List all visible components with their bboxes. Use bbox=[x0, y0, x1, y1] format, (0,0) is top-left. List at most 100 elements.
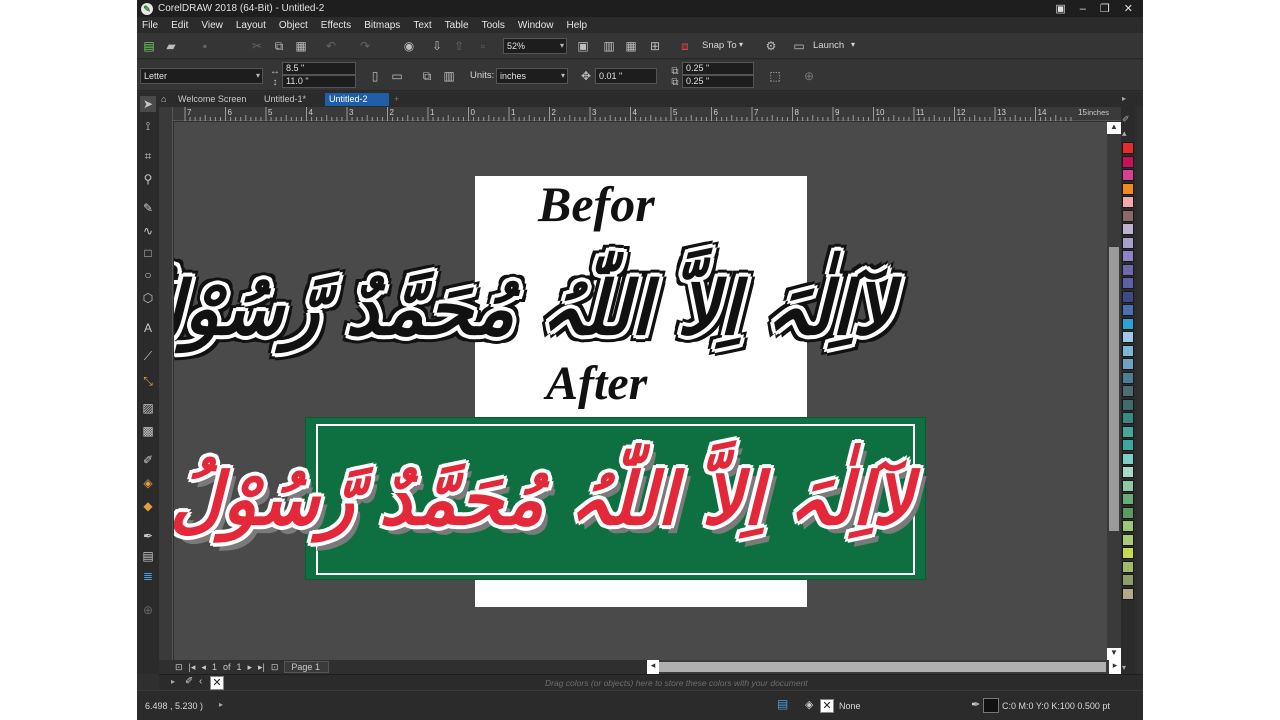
palette-arrow-up-icon[interactable]: ▸ bbox=[1122, 94, 1126, 103]
palette-swatch[interactable] bbox=[1122, 155, 1134, 168]
bleed-icon[interactable]: ⬚ bbox=[767, 68, 783, 84]
home-icon[interactable]: ⌂ bbox=[159, 93, 173, 106]
close-icon[interactable]: ✕ bbox=[1124, 2, 1133, 15]
last-page-icon[interactable]: ▸| bbox=[258, 662, 265, 673]
cut-icon[interactable]: ✂ bbox=[249, 38, 265, 54]
outline-pen-icon[interactable]: ✒ bbox=[140, 528, 156, 544]
chevron-down-icon[interactable]: ▾ bbox=[851, 40, 855, 49]
menu-view[interactable]: View bbox=[201, 20, 223, 31]
eyedropper-small-icon[interactable]: ✐ bbox=[1122, 114, 1130, 125]
full-screen-icon[interactable]: ▣ bbox=[575, 38, 591, 54]
snap-to-icon[interactable]: ⧈ bbox=[677, 38, 693, 54]
page-width-field[interactable]: 8.5 " bbox=[282, 62, 356, 75]
portrait-icon[interactable]: ▯ bbox=[367, 68, 383, 84]
palette-swatch[interactable] bbox=[1122, 560, 1134, 573]
docpal-back-icon[interactable]: ‹ bbox=[199, 676, 202, 687]
restore-icon[interactable]: ❐ bbox=[1100, 2, 1110, 15]
current-page-icon[interactable]: ▥ bbox=[441, 68, 457, 84]
menu-object[interactable]: Object bbox=[279, 20, 308, 31]
palette-swatch[interactable] bbox=[1122, 331, 1134, 343]
transparency-icon[interactable]: ▩ bbox=[140, 423, 156, 439]
connector-tool-icon[interactable]: ⤡ bbox=[140, 373, 156, 389]
user-icon[interactable]: ▣ bbox=[1055, 2, 1065, 15]
palette-swatch[interactable] bbox=[1122, 452, 1134, 465]
freehand-tool-icon[interactable]: ✎ bbox=[140, 200, 156, 216]
search-content-icon[interactable]: ◉ bbox=[401, 38, 417, 54]
text-tool-icon[interactable]: A bbox=[140, 320, 156, 336]
page-1-tab[interactable]: Page 1 bbox=[284, 661, 329, 673]
palette-swatch[interactable] bbox=[1122, 182, 1134, 195]
duplicate-x-field[interactable]: 0.25 " bbox=[682, 62, 754, 75]
palette-swatch[interactable] bbox=[1122, 533, 1134, 546]
menu-edit[interactable]: Edit bbox=[171, 20, 188, 31]
undo-icon[interactable]: ↶ bbox=[323, 38, 339, 54]
palette-swatch[interactable] bbox=[1122, 493, 1134, 505]
palette-swatch[interactable] bbox=[1122, 196, 1134, 208]
units-select[interactable]: inches ▾ bbox=[496, 68, 568, 84]
vertical-scroll-thumb[interactable] bbox=[1109, 247, 1119, 531]
palette-swatch[interactable] bbox=[1122, 304, 1134, 316]
palette-swatch[interactable] bbox=[1122, 412, 1134, 424]
scroll-up-icon[interactable]: ▲ bbox=[1107, 122, 1121, 134]
no-color-swatch[interactable]: ✕ bbox=[210, 676, 224, 690]
import-icon[interactable]: ⇩ bbox=[429, 38, 445, 54]
page-size-select[interactable]: Letter ▾ bbox=[140, 68, 263, 84]
palette-swatch[interactable] bbox=[1122, 587, 1134, 600]
rectangle-tool-icon[interactable]: □ bbox=[140, 245, 156, 261]
palette-swatch[interactable] bbox=[1122, 236, 1134, 249]
shape-tool-icon[interactable]: ⟟ bbox=[140, 118, 156, 134]
add-preset-icon[interactable]: ⊕ bbox=[801, 68, 817, 84]
menu-effects[interactable]: Effects bbox=[321, 20, 351, 31]
palette-swatch[interactable] bbox=[1122, 371, 1134, 384]
palette-swatch[interactable] bbox=[1122, 398, 1134, 411]
show-rulers-icon[interactable]: ▥ bbox=[601, 38, 617, 54]
coords-arrow-icon[interactable]: ▸ bbox=[219, 700, 223, 709]
drawing-canvas[interactable]: Befor لآاِلٰہَ اِلاَّ اللّٰہُ مُحَمَّدٌ … bbox=[174, 122, 1107, 660]
redo-icon[interactable]: ↷ bbox=[357, 38, 373, 54]
scroll-down-icon[interactable]: ▼ bbox=[1107, 648, 1121, 660]
palette-swatch[interactable] bbox=[1122, 466, 1134, 478]
zoom-level-field[interactable]: 52% ▾ bbox=[503, 38, 567, 54]
next-page-icon[interactable]: ▸ bbox=[247, 662, 252, 673]
palette-swatch[interactable] bbox=[1122, 358, 1134, 370]
polygon-tool-icon[interactable]: ⬡ bbox=[140, 290, 156, 306]
scroll-left-icon[interactable]: ◂ bbox=[647, 660, 659, 674]
palette-swatch[interactable] bbox=[1122, 439, 1134, 451]
vertical-ruler[interactable] bbox=[159, 107, 173, 660]
open-icon[interactable]: ▰ bbox=[163, 38, 179, 54]
landscape-icon[interactable]: ▭ bbox=[389, 68, 405, 84]
copy-icon[interactable]: ⧉ bbox=[271, 38, 287, 54]
ellipse-tool-icon[interactable]: ○ bbox=[140, 267, 156, 283]
palette-swatch[interactable] bbox=[1122, 263, 1134, 276]
interactive-fill-icon[interactable]: ◈ bbox=[140, 475, 156, 491]
duplicate-y-field[interactable]: 0.25 " bbox=[682, 75, 754, 88]
color-proof-icon[interactable]: ▤ bbox=[777, 697, 788, 711]
smart-fill-icon[interactable]: ◆ bbox=[140, 498, 156, 514]
palette-swatch[interactable] bbox=[1122, 479, 1134, 492]
save-icon[interactable]: ▪ bbox=[197, 38, 213, 54]
palette-swatch[interactable] bbox=[1122, 290, 1134, 303]
palette-swatch[interactable] bbox=[1122, 385, 1134, 397]
artistic-media-icon[interactable]: ∿ bbox=[140, 223, 156, 239]
palette-swatch[interactable] bbox=[1122, 506, 1134, 519]
calligraphy-after[interactable]: لآاِلٰہَ اِلاَّ اللّٰہُ مُحَمَّدٌ رَّسُو… bbox=[174, 426, 913, 573]
docpal-arrow-icon[interactable]: ▸ bbox=[171, 677, 175, 686]
palette-scroll-down-icon[interactable]: ▾ bbox=[1122, 663, 1126, 672]
launch-icon[interactable]: ▭ bbox=[791, 38, 807, 54]
new-tab-icon[interactable]: + bbox=[390, 93, 402, 106]
palette-swatch[interactable] bbox=[1122, 344, 1134, 357]
add-page-after-icon[interactable]: ⊡ bbox=[271, 662, 279, 673]
menu-help[interactable]: Help bbox=[567, 20, 588, 31]
paste-icon[interactable]: ▦ bbox=[293, 38, 309, 54]
palette-swatch[interactable] bbox=[1122, 547, 1134, 559]
menu-window[interactable]: Window bbox=[518, 20, 554, 31]
menu-table[interactable]: Table bbox=[445, 20, 469, 31]
tab-untitled-1[interactable]: Untitled-1* bbox=[260, 93, 324, 106]
menu-file[interactable]: File bbox=[142, 20, 158, 31]
nudge-distance-field[interactable]: 0.01 " bbox=[595, 68, 657, 84]
palette-swatch[interactable] bbox=[1122, 169, 1134, 181]
export-icon[interactable]: ⇧ bbox=[451, 38, 467, 54]
eyedropper-icon[interactable]: ✐ bbox=[140, 452, 156, 468]
menu-bitmaps[interactable]: Bitmaps bbox=[364, 20, 400, 31]
menu-layout[interactable]: Layout bbox=[236, 20, 266, 31]
